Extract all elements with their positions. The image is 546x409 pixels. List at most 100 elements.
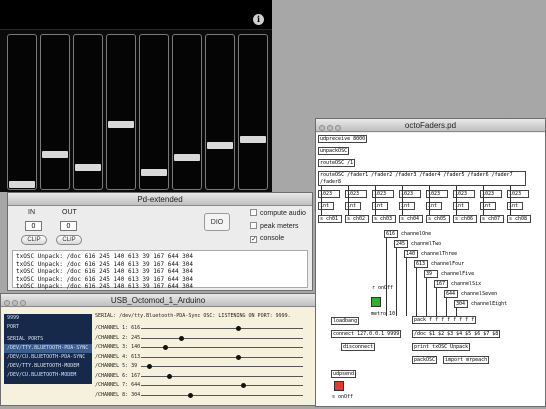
connect-message[interactable]: connect 127.0.0.1 9999 <box>331 330 402 338</box>
serial-port-item[interactable]: /DEV/CU.BLUETOOTH-MODEM <box>4 371 92 380</box>
in-clip-button[interactable]: CLIP <box>21 235 47 245</box>
routeosc-object[interactable]: routeOSC /1 <box>318 159 356 167</box>
channel-receive-name: channelFour <box>431 261 465 267</box>
send-object[interactable]: s ch01 <box>318 215 342 223</box>
fader-handle[interactable] <box>207 142 233 150</box>
out-level-number[interactable]: 0 <box>60 221 77 231</box>
s-onoff-object[interactable]: s onOff <box>332 394 353 400</box>
fader-handle[interactable] <box>108 120 134 128</box>
channel-label: /CHANNEL 3: 140 <box>95 344 141 350</box>
fader-handle[interactable] <box>42 150 68 158</box>
fader-handle[interactable] <box>141 169 167 177</box>
slider-knob[interactable] <box>178 335 184 341</box>
fader-6[interactable] <box>172 34 202 190</box>
channel-slider[interactable] <box>141 354 303 360</box>
toggle-off[interactable] <box>334 381 344 391</box>
close-icon[interactable] <box>4 300 10 306</box>
send-object[interactable]: s ch07 <box>480 215 504 223</box>
udpreceive-object[interactable]: udpreceive 8000 <box>318 135 368 143</box>
channel-slider[interactable] <box>141 335 303 341</box>
serial-port-item[interactable]: /DEV/TTY.BLUETOOTH-MODEM <box>4 362 92 371</box>
packosc-object[interactable]: packOSC <box>412 356 438 364</box>
channel-slider[interactable] <box>141 326 303 331</box>
channel-value-box[interactable]: 613 <box>414 260 428 268</box>
channel-slider[interactable] <box>141 383 303 388</box>
channel-value-box[interactable]: 304 <box>454 300 468 308</box>
channel-slider[interactable] <box>141 373 303 379</box>
patch-cord <box>321 186 322 215</box>
send-object[interactable]: s ch04 <box>399 215 423 223</box>
disconnect-message[interactable]: disconnect <box>341 343 376 351</box>
touchosc-topbar <box>0 0 272 30</box>
send-object[interactable]: s ch03 <box>372 215 396 223</box>
fader-2[interactable] <box>40 34 70 190</box>
console-output[interactable]: txOSC Unpack: /doc 616 245 140 613 39 16… <box>12 250 308 290</box>
close-icon[interactable] <box>319 125 325 131</box>
metro-object[interactable]: metro 10 <box>371 311 395 317</box>
serial-port-item[interactable]: /DEV/TTY.BLUETOOTH-PDA-SYNC <box>4 344 92 353</box>
fader-handle[interactable] <box>240 136 266 144</box>
minimize-icon[interactable] <box>327 125 333 131</box>
channel-slider[interactable] <box>141 392 303 398</box>
fader-1[interactable] <box>7 34 37 190</box>
patch-canvas[interactable]: udpreceive 8000 unpackOSC routeOSC /1 ro… <box>316 133 545 406</box>
routeosc-faders-object[interactable]: routeOSC /fader1 /fader2 /fader3 /fader4… <box>318 171 526 186</box>
toggle-on[interactable] <box>371 297 381 307</box>
serial-port-item[interactable]: /DEV/CU.BLUETOOTH-PDA-SYNC <box>4 353 92 362</box>
fader-handle[interactable] <box>174 153 200 161</box>
loadbang-object[interactable]: loadbang <box>331 317 360 325</box>
console-line: txOSC Unpack: /doc 616 245 140 613 39 16… <box>16 253 194 260</box>
pack-object[interactable]: pack f f f f f f f f <box>412 316 477 324</box>
slider-knob[interactable] <box>188 392 194 398</box>
fader-8[interactable] <box>238 34 268 190</box>
in-level-number[interactable]: 0 <box>25 221 42 231</box>
zoom-icon[interactable] <box>20 300 26 306</box>
unpackosc-object[interactable]: unpackOSC <box>318 147 350 155</box>
print-object[interactable]: print txOSC Unpack <box>412 343 471 351</box>
fader-7[interactable] <box>205 34 235 190</box>
send-object[interactable]: s ch02 <box>345 215 369 223</box>
fader-3[interactable] <box>73 34 103 190</box>
doc-message[interactable]: /doc $1 $2 $3 $4 $5 $6 $7 $8 <box>412 330 501 338</box>
channel-value-box[interactable]: 140 <box>404 250 418 258</box>
channel-value-box[interactable]: 39 <box>424 270 438 278</box>
console-line: txOSC Unpack: /doc 616 245 140 613 39 16… <box>16 275 194 283</box>
window-titlebar[interactable]: USB_Octomod_1_Arduino <box>1 294 315 307</box>
r-onoff-object[interactable]: r onOff <box>372 285 393 291</box>
info-icon[interactable]: i <box>253 14 264 25</box>
fader-handle[interactable] <box>75 163 101 171</box>
dio-button[interactable]: DIO <box>204 213 230 231</box>
window-titlebar[interactable]: octoFaders.pd <box>316 119 545 132</box>
port-value-field[interactable]: 9999 <box>4 314 92 323</box>
slider-knob[interactable] <box>166 373 172 379</box>
slider-knob[interactable] <box>162 345 168 350</box>
channel-label: /CHANNEL 2: 245 <box>95 334 141 341</box>
channel-value-box[interactable]: 245 <box>394 240 408 248</box>
send-object[interactable]: s ch08 <box>507 215 531 223</box>
channel-slider[interactable] <box>141 345 303 350</box>
zoom-icon[interactable] <box>335 125 341 131</box>
send-object[interactable]: s ch06 <box>453 215 477 223</box>
fader-5[interactable] <box>139 34 169 190</box>
out-clip-button[interactable]: CLIP <box>56 235 82 245</box>
console-checkbox[interactable]: ✓ console <box>250 235 284 243</box>
slider-knob[interactable] <box>236 326 242 331</box>
fader-4[interactable] <box>106 34 136 190</box>
console-line: txOSC Unpack: /doc 616 245 140 613 39 16… <box>16 260 194 268</box>
window-titlebar[interactable]: Pd-extended <box>8 193 312 206</box>
send-object[interactable]: s ch05 <box>426 215 450 223</box>
peak-meters-checkbox[interactable]: peak meters <box>250 222 299 230</box>
import-object[interactable]: import mrpeach <box>443 356 490 364</box>
minimize-icon[interactable] <box>12 300 18 306</box>
channel-slider[interactable] <box>141 364 303 369</box>
slider-knob[interactable] <box>240 383 246 388</box>
channel-value-box[interactable]: 616 <box>384 230 398 238</box>
fader-handle[interactable] <box>9 181 35 188</box>
patch-cord <box>446 298 447 316</box>
compute-audio-checkbox[interactable]: compute audio <box>250 209 306 217</box>
channel-value-box[interactable]: 644 <box>444 290 458 298</box>
slider-knob[interactable] <box>236 354 241 360</box>
udpsend-object[interactable]: udpsend <box>331 370 357 378</box>
slider-knob[interactable] <box>147 364 153 369</box>
channel-value-box[interactable]: 167 <box>434 280 448 288</box>
